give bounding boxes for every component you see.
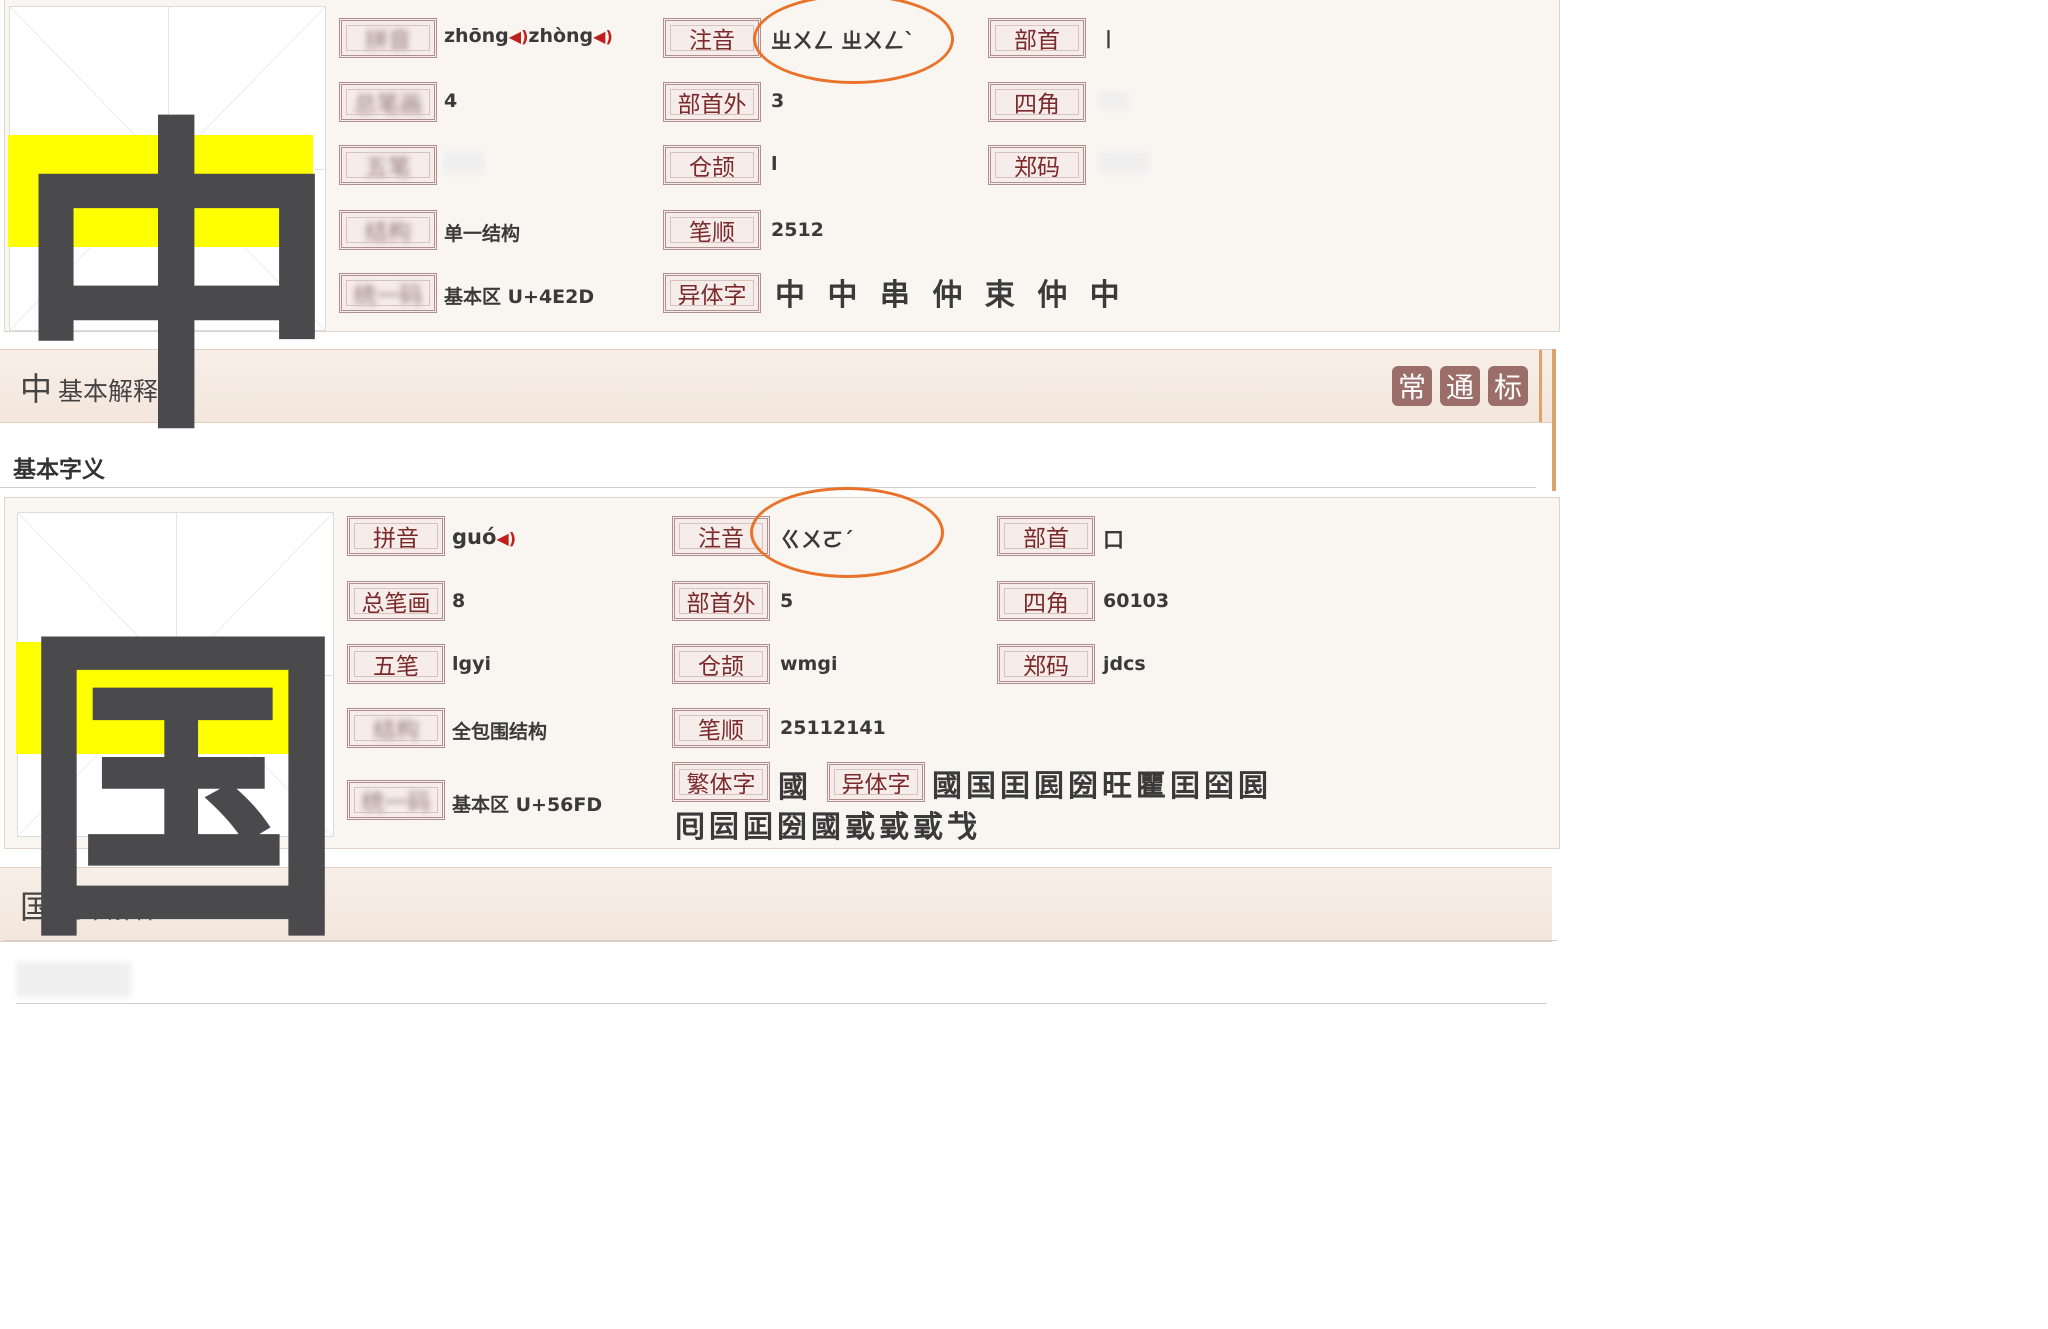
structure-tag: 结构 — [347, 708, 445, 748]
extra-strokes-tag: 部首外 — [672, 581, 770, 621]
four-corner-tag: 四角 — [988, 82, 1086, 122]
four-corner-value: 60103 — [1103, 590, 1170, 612]
wubi-value-blurred — [444, 152, 484, 174]
zhengma-value: jdcs — [1103, 653, 1146, 675]
pinyin-tag: 拼音 — [339, 18, 437, 58]
badge-standard[interactable]: 标 — [1488, 366, 1528, 406]
stroke-order-tag: 笔顺 — [663, 210, 761, 250]
stroke-order-value: 2512 — [771, 219, 824, 241]
four-corner-tag: 四角 — [997, 581, 1095, 621]
annotation-circle — [750, 487, 944, 578]
four-corner-value-blurred — [1099, 92, 1129, 110]
cangjie-value: wmgi — [780, 653, 838, 675]
badge-common[interactable]: 常 — [1392, 366, 1432, 406]
speaker-icon[interactable]: ◀) — [593, 27, 613, 46]
wubi-tag: 五笔 — [347, 644, 445, 684]
strokes-tag: 总笔画 — [339, 82, 437, 122]
extra-strokes-tag: 部首外 — [663, 82, 761, 122]
unicode-tag: 统一码 — [347, 780, 445, 820]
right-accent-border — [1552, 349, 1556, 491]
unicode-value: 基本区 U+4E2D — [444, 286, 595, 308]
structure-value: 全包围结构 — [452, 721, 548, 743]
speaker-icon[interactable]: ◀) — [496, 529, 516, 548]
traditional-value[interactable]: 國 — [778, 762, 812, 806]
zhengma-value-blurred — [1099, 152, 1149, 174]
variants-tag: 异体字 — [827, 762, 925, 802]
radical-value: 口 — [1103, 528, 1124, 552]
pinyin-value: guó◀) — [452, 525, 517, 549]
strokes-value: 4 — [444, 90, 458, 112]
structure-value: 单一结构 — [444, 223, 521, 245]
variants-tag: 异体字 — [663, 273, 761, 313]
radical-tag: 部首 — [988, 18, 1086, 58]
traditional-tag: 繁体字 — [672, 762, 770, 802]
big-character-zhong: 中 — [12, 91, 342, 475]
unicode-value: 基本区 U+56FD — [452, 794, 603, 816]
wubi-tag: 五笔 — [339, 145, 437, 185]
radical-value: 丨 — [1099, 29, 1119, 51]
cangjie-value: l — [771, 153, 778, 175]
extra-strokes-value: 5 — [780, 590, 794, 612]
pinyin-value: zhōng◀)zhòng◀) — [444, 25, 613, 47]
divider — [0, 487, 1536, 488]
pinyin-tag: 拼音 — [347, 516, 445, 556]
extra-strokes-value: 3 — [771, 90, 785, 112]
variants-line-2[interactable]: 囘囩囸圀國戜戜戜𢦏 — [675, 802, 981, 846]
stroke-order-value: 25112141 — [780, 717, 886, 739]
zhuyin-tag: 注音 — [663, 18, 761, 58]
divider — [16, 1003, 1546, 1004]
unicode-tag: 统一码 — [339, 273, 437, 313]
speaker-icon[interactable]: ◀) — [509, 27, 529, 46]
structure-tag: 结构 — [339, 210, 437, 250]
strokes-value: 8 — [452, 590, 466, 612]
cangjie-tag: 仓颉 — [663, 145, 761, 185]
zhengma-tag: 郑码 — [997, 644, 1095, 684]
radical-tag: 部首 — [997, 516, 1095, 556]
cangjie-tag: 仓颉 — [672, 644, 770, 684]
zhengma-tag: 郑码 — [988, 145, 1086, 185]
stroke-order-tag: 笔顺 — [672, 708, 770, 748]
variants-value[interactable]: 中 中 串 仲 束 仲 中 — [775, 270, 1126, 314]
big-character-guo: 国 — [18, 598, 348, 982]
wubi-value: lgyi — [452, 653, 492, 675]
variants-line-1[interactable]: 國国囯囻圀旺匷囯囶囻 — [932, 761, 1272, 805]
strokes-tag: 总笔画 — [347, 581, 445, 621]
badge-general[interactable]: 通 — [1440, 366, 1480, 406]
